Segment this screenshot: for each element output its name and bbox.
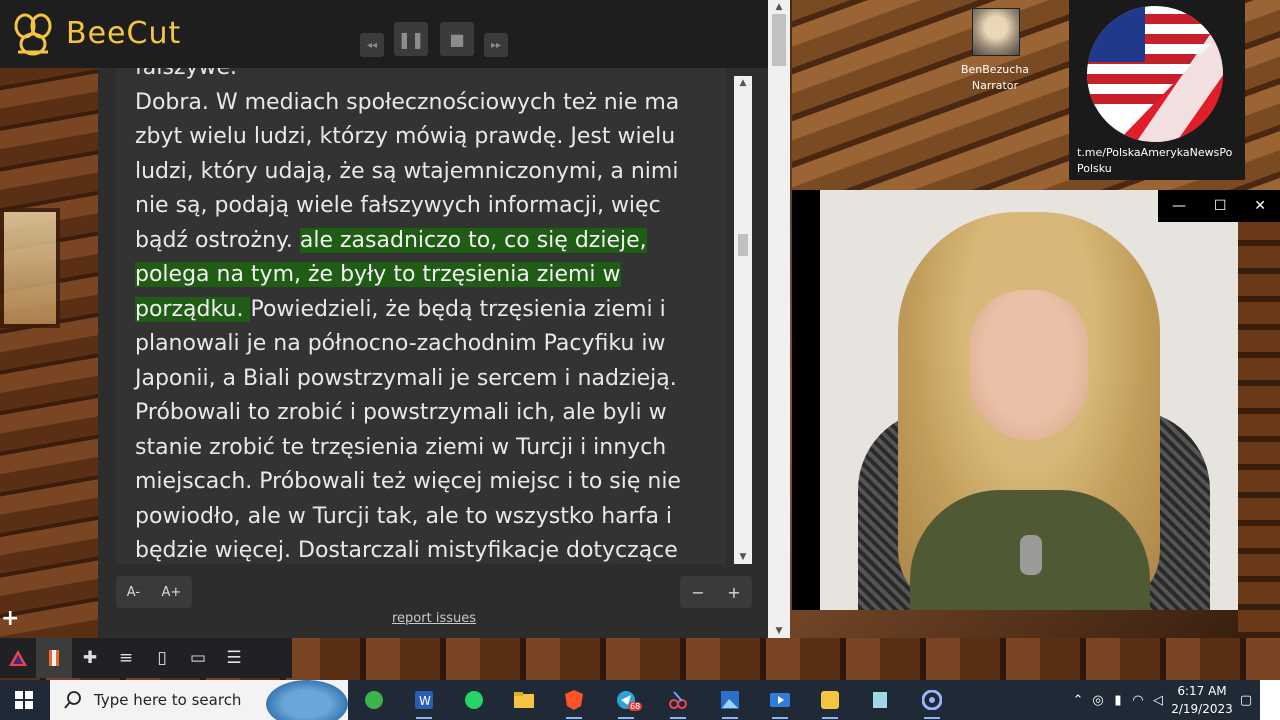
- beecut-taskbar-icon[interactable]: [812, 684, 848, 719]
- scroll-down-icon[interactable]: ▼: [768, 624, 790, 638]
- beecut-toolbar: BeeCut ◂◂ ❚❚ ■ ▸▸: [0, 0, 790, 68]
- menu-icon[interactable]: ☰: [216, 638, 252, 678]
- photos-icon[interactable]: [712, 684, 748, 719]
- bee-logo-icon: [14, 13, 52, 56]
- telegram-icon[interactable]: 68: [608, 684, 644, 719]
- stop-button[interactable]: ■: [440, 22, 474, 56]
- start-button[interactable]: [0, 680, 48, 720]
- sidebar-icon[interactable]: ▯: [144, 638, 180, 678]
- playlist-icon[interactable]: ≡: [108, 638, 144, 678]
- meet-now-icon[interactable]: ◎: [1088, 693, 1108, 708]
- telegram-badge: 68: [628, 702, 643, 711]
- panel-scrollbar[interactable]: ▲ ▼: [768, 0, 790, 638]
- wallet-icon[interactable]: ▭: [180, 638, 216, 678]
- reader-panel: fałszywe. Dobra. W mediach społecznościo…: [98, 68, 768, 638]
- narrator-name: BenBezucha: [960, 63, 1030, 76]
- scroll-up-icon[interactable]: ▲: [768, 0, 790, 14]
- rewind-icon: ◂◂: [366, 39, 378, 51]
- taskbar-app-green-icon[interactable]: [356, 684, 392, 716]
- rewind-button[interactable]: ◂◂: [360, 33, 384, 57]
- whatsapp-icon[interactable]: [456, 684, 492, 716]
- add-icon[interactable]: +: [1, 606, 19, 631]
- microphone-icon[interactable]: ▮: [1108, 693, 1128, 708]
- background-cabin-left: [0, 68, 98, 638]
- person-face: [970, 290, 1088, 440]
- font-decrease-button[interactable]: A-: [127, 585, 140, 600]
- brave-browser-icon[interactable]: [556, 684, 592, 719]
- zoom-out-button[interactable]: −: [691, 583, 704, 602]
- pendant-necklace: [1020, 535, 1042, 575]
- transcript-scrollbar[interactable]: ▲ ▼: [734, 76, 752, 564]
- taskbar-search[interactable]: Type here to search: [50, 680, 348, 720]
- background-cabin-right: [1238, 190, 1280, 638]
- channel-link[interactable]: t.me/PolskaAmerykaNewsPo Polsku: [1077, 145, 1245, 177]
- search-placeholder: Type here to search: [94, 691, 242, 709]
- forward-icon: ▸▸: [490, 39, 502, 51]
- transcript-after: Powiedzieli, że będą trzęsienia ziemi i …: [135, 296, 681, 564]
- narrator-role: Narrator: [971, 79, 1019, 92]
- app-name: BeeCut: [66, 16, 182, 51]
- transcript-scroll-thumb[interactable]: [738, 234, 748, 256]
- video-editor-icon[interactable]: [762, 684, 798, 719]
- minimize-icon[interactable]: —: [1172, 198, 1186, 214]
- clock[interactable]: 6:17 AM 2/19/2023: [1168, 682, 1236, 718]
- maximize-icon[interactable]: ☐: [1214, 198, 1227, 214]
- background-window: [0, 208, 60, 328]
- font-increase-button[interactable]: A+: [161, 585, 181, 600]
- extensions-puzzle-icon[interactable]: ✚: [72, 638, 108, 678]
- clock-time: 6:17 AM: [1177, 684, 1227, 698]
- scroll-up-icon[interactable]: ▲: [734, 76, 752, 90]
- close-icon[interactable]: ✕: [1254, 198, 1266, 214]
- forward-button[interactable]: ▸▸: [484, 33, 508, 57]
- search-highlight-image: [266, 680, 348, 720]
- search-icon: [64, 691, 81, 709]
- zoom-controls: − +: [680, 576, 752, 608]
- channel-card: t.me/PolskaAmerykaNewsPo Polsku: [1069, 0, 1245, 180]
- narrator-avatar: [972, 8, 1020, 56]
- notepad-icon[interactable]: [862, 684, 898, 716]
- scroll-down-icon[interactable]: ▼: [734, 550, 752, 564]
- windows-icon: [15, 691, 33, 709]
- panel-scroll-thumb[interactable]: [772, 14, 786, 66]
- svg-text:W: W: [419, 694, 431, 708]
- system-tray: ⌃ ◎ ▮ ◠ ◁ 6:17 AM 2/19/2023 ▢: [1068, 680, 1280, 720]
- stop-icon: ■: [449, 29, 465, 49]
- transcript-previous-line: fałszywe.: [135, 68, 237, 80]
- chevron-up-icon[interactable]: ⌃: [1068, 693, 1088, 708]
- extension-bookmark-icon[interactable]: [36, 638, 72, 678]
- video-window-controls: — ☐ ✕: [1158, 190, 1280, 222]
- narrator-label: BenBezucha Narrator: [950, 62, 1040, 94]
- browser-toolbar: ✚ ≡ ▯ ▭ ☰: [0, 638, 292, 678]
- transcript-area[interactable]: fałszywe. Dobra. W mediach społecznościo…: [116, 68, 726, 564]
- font-size-controls: A- A+: [116, 576, 192, 608]
- notifications-icon[interactable]: ▢: [1236, 693, 1256, 708]
- pause-button[interactable]: ❚❚: [394, 22, 428, 56]
- file-explorer-icon[interactable]: [506, 684, 542, 716]
- volume-icon[interactable]: ◁: [1148, 693, 1168, 708]
- snipping-tool-icon[interactable]: [660, 684, 696, 719]
- windows-taskbar: Type here to search W 68 ⌃ ◎ ▮ ◠ ◁ 6:17 …: [0, 680, 1280, 720]
- report-issues-link[interactable]: report issues: [392, 611, 476, 626]
- transcript-text: fałszywe. Dobra. W mediach społecznościo…: [135, 68, 710, 564]
- media-player-icon[interactable]: [914, 684, 950, 719]
- clock-date: 2/19/2023: [1171, 702, 1233, 716]
- word-icon[interactable]: W: [406, 684, 442, 719]
- brave-rewards-icon[interactable]: [0, 638, 36, 678]
- pause-icon: ❚❚: [397, 29, 425, 49]
- zoom-in-button[interactable]: +: [727, 583, 740, 602]
- us-poland-flag-icon: [1087, 6, 1223, 142]
- wifi-icon[interactable]: ◠: [1128, 693, 1148, 708]
- video-feed: [820, 190, 1238, 610]
- show-desktop-button[interactable]: [1260, 680, 1280, 720]
- video-letterbox: [792, 190, 820, 610]
